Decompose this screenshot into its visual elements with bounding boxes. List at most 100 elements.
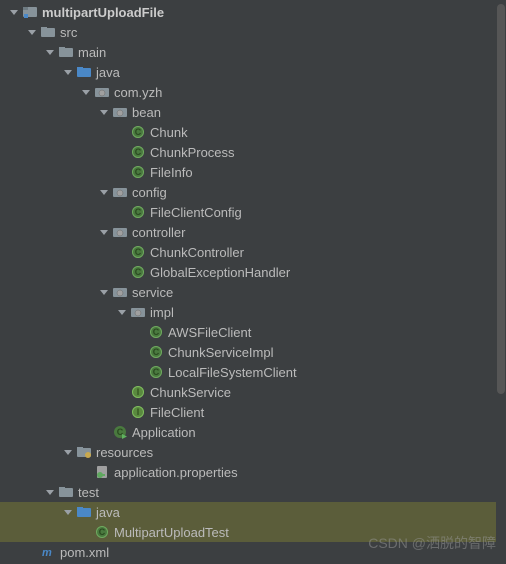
folder-res-icon (76, 444, 92, 460)
tree-row[interactable]: m pom.xml (0, 542, 506, 562)
tree-item-label: test (78, 485, 99, 500)
module-icon (22, 4, 38, 20)
expand-arrow-icon[interactable] (96, 184, 112, 200)
svg-text:C: C (135, 147, 142, 157)
svg-text:C: C (153, 327, 160, 337)
tree-item-label: impl (150, 305, 174, 320)
tree-item-label: pom.xml (60, 545, 109, 560)
tree-row[interactable]: C ChunkProcess (0, 142, 506, 162)
tree-row[interactable]: C GlobalExceptionHandler (0, 262, 506, 282)
tree-item-label: FileClientConfig (150, 205, 242, 220)
svg-text:I: I (137, 387, 140, 397)
class-icon: C (148, 344, 164, 360)
class-icon: C (130, 164, 146, 180)
class-icon: C (130, 124, 146, 140)
tree-item-label: ChunkServiceImpl (168, 345, 274, 360)
class-icon: C (148, 324, 164, 340)
tree-row[interactable]: controller (0, 222, 506, 242)
tree-row[interactable]: C FileClientConfig (0, 202, 506, 222)
tree-row[interactable]: test (0, 482, 506, 502)
svg-text:C: C (135, 207, 142, 217)
tree-item-label: Application (132, 425, 196, 440)
tree-row[interactable]: resources (0, 442, 506, 462)
tree-row[interactable]: impl (0, 302, 506, 322)
tree-row[interactable]: I ChunkService (0, 382, 506, 402)
tree-item-label: resources (96, 445, 153, 460)
maven-icon: m (40, 544, 56, 560)
tree-item-label: GlobalExceptionHandler (150, 265, 290, 280)
tree-row[interactable]: application.properties (0, 462, 506, 482)
expand-arrow-icon[interactable] (114, 304, 130, 320)
package-icon (130, 304, 146, 320)
tree-item-label: java (96, 65, 120, 80)
tree-row[interactable]: multipartUploadFile (0, 2, 506, 22)
tree-row[interactable]: main (0, 42, 506, 62)
class-icon: C (148, 364, 164, 380)
tree-item-label: com.yzh (114, 85, 162, 100)
tree-item-label: ChunkProcess (150, 145, 235, 160)
folder-src-icon (76, 64, 92, 80)
tree-row[interactable]: src (0, 22, 506, 42)
folder-icon (58, 484, 74, 500)
interface-icon: I (130, 384, 146, 400)
expand-arrow-icon[interactable] (6, 4, 22, 20)
package-icon (112, 184, 128, 200)
expand-arrow-icon[interactable] (60, 64, 76, 80)
svg-text:C: C (153, 347, 160, 357)
tree-row[interactable]: java (0, 62, 506, 82)
package-icon (112, 224, 128, 240)
tree-item-label: MultipartUploadTest (114, 525, 229, 540)
tree-row[interactable]: C MultipartUploadTest (0, 522, 506, 542)
tree-item-label: controller (132, 225, 185, 240)
svg-text:C: C (153, 367, 160, 377)
properties-icon (94, 464, 110, 480)
tree-item-label: FileInfo (150, 165, 193, 180)
svg-text:C: C (135, 247, 142, 257)
tree-row[interactable]: C Application (0, 422, 506, 442)
tree-row[interactable]: C FileInfo (0, 162, 506, 182)
class-run-icon: C (112, 424, 128, 440)
tree-row[interactable]: service (0, 282, 506, 302)
project-tree[interactable]: multipartUploadFile srcmain java com.yzh bea… (0, 0, 506, 564)
tree-item-label: service (132, 285, 173, 300)
expand-arrow-icon[interactable] (60, 504, 76, 520)
class-icon: C (130, 144, 146, 160)
expand-arrow-icon[interactable] (60, 444, 76, 460)
tree-row[interactable]: IFileClient (0, 402, 506, 422)
expand-arrow-icon[interactable] (96, 224, 112, 240)
tree-item-label: bean (132, 105, 161, 120)
svg-text:C: C (135, 267, 142, 277)
tree-row[interactable]: C LocalFileSystemClient (0, 362, 506, 382)
expand-arrow-icon[interactable] (42, 484, 58, 500)
folder-icon (58, 44, 74, 60)
tree-item-label: LocalFileSystemClient (168, 365, 297, 380)
scrollbar-thumb[interactable] (497, 4, 505, 394)
folder-icon (40, 24, 56, 40)
expand-arrow-icon[interactable] (96, 284, 112, 300)
tree-item-label: FileClient (150, 405, 204, 420)
class-icon: C (94, 524, 110, 540)
expand-arrow-icon[interactable] (78, 84, 94, 100)
tree-row[interactable]: config (0, 182, 506, 202)
tree-item-label: application.properties (114, 465, 238, 480)
package-icon (94, 84, 110, 100)
expand-arrow-icon[interactable] (24, 24, 40, 40)
class-icon: C (130, 204, 146, 220)
tree-item-label: config (132, 185, 167, 200)
tree-row[interactable]: CChunk (0, 122, 506, 142)
scrollbar[interactable] (496, 0, 506, 561)
tree-item-label: main (78, 45, 106, 60)
tree-row[interactable]: C ChunkServiceImpl (0, 342, 506, 362)
class-icon: C (130, 264, 146, 280)
package-icon (112, 284, 128, 300)
tree-item-label: AWSFileClient (168, 325, 251, 340)
tree-row[interactable]: bean (0, 102, 506, 122)
tree-row[interactable]: java (0, 502, 506, 522)
expand-arrow-icon[interactable] (96, 104, 112, 120)
tree-row[interactable]: CChunkController (0, 242, 506, 262)
tree-row[interactable]: com.yzh (0, 82, 506, 102)
expand-arrow-icon[interactable] (42, 44, 58, 60)
tree-item-label: src (60, 25, 77, 40)
tree-row[interactable]: C AWSFileClient (0, 322, 506, 342)
tree-item-label: ChunkService (150, 385, 231, 400)
